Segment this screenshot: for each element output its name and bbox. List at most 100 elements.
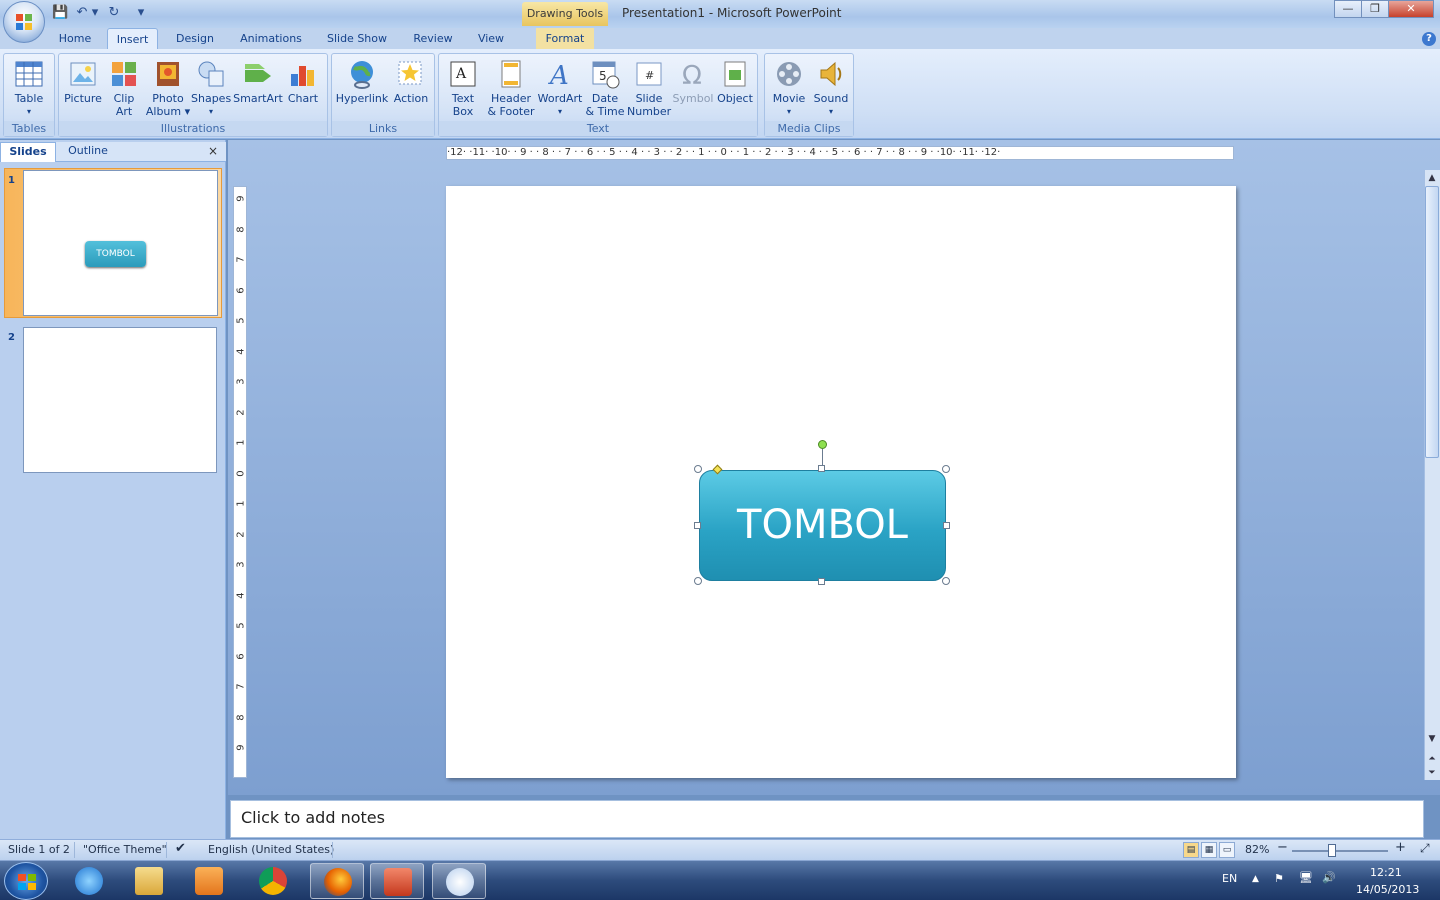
taskbar-chrome[interactable]: [246, 863, 300, 899]
group-tables: Table ▾ Tables: [3, 53, 55, 137]
table-button[interactable]: Table ▾: [6, 56, 52, 118]
clip-art-icon: [112, 62, 136, 86]
resize-handle-top[interactable]: [818, 465, 825, 472]
tab-outline[interactable]: Outline: [58, 142, 118, 162]
close-pane-icon[interactable]: ×: [206, 144, 220, 158]
object-button[interactable]: Object: [715, 56, 755, 118]
next-slide-icon[interactable]: ⏷: [1425, 766, 1439, 780]
tab-home[interactable]: Home: [52, 28, 98, 50]
clock-time[interactable]: 12:21: [1370, 866, 1402, 879]
zoom-level[interactable]: 82%: [1245, 843, 1269, 856]
normal-view-icon[interactable]: ▤: [1183, 842, 1199, 858]
tab-design[interactable]: Design: [168, 28, 222, 50]
language-status[interactable]: English (United States): [208, 843, 334, 856]
taskbar-paint[interactable]: [432, 863, 486, 899]
resize-handle-bottom-left[interactable]: [694, 577, 702, 585]
help-icon[interactable]: ?: [1422, 32, 1436, 46]
movie-button[interactable]: Movie ▾: [767, 56, 811, 118]
customize-qat-icon[interactable]: ▾: [136, 5, 146, 21]
resize-handle-bottom[interactable]: [818, 578, 825, 585]
chart-button[interactable]: Chart: [283, 56, 323, 118]
tab-format[interactable]: Format: [536, 28, 594, 50]
taskbar-explorer[interactable]: [122, 863, 176, 899]
zoom-slider-track[interactable]: [1292, 850, 1388, 852]
scroll-up-icon[interactable]: ▲: [1425, 171, 1439, 185]
group-label-text: Text: [439, 121, 757, 136]
start-button[interactable]: [4, 862, 48, 900]
slide-number-1: 1: [8, 175, 15, 186]
photo-album-icon: [157, 62, 179, 86]
tab-animations[interactable]: Animations: [232, 28, 310, 50]
clock-date[interactable]: 14/05/2013: [1356, 883, 1419, 896]
fit-to-window-icon[interactable]: ⤢: [1420, 841, 1430, 856]
resize-handle-left[interactable]: [694, 522, 701, 529]
tab-insert[interactable]: Insert: [107, 28, 158, 50]
close-button[interactable]: ✕: [1388, 0, 1434, 18]
scroll-down-icon[interactable]: ▼: [1425, 732, 1439, 746]
shapes-button[interactable]: Shapes ▾: [191, 56, 231, 118]
horizontal-ruler[interactable]: ·12· ·11· ·10· · 9 · · 8 · · 7 · · 6 · ·…: [446, 146, 1234, 160]
save-icon[interactable]: 💾: [52, 5, 68, 21]
taskbar-firefox[interactable]: [310, 863, 364, 899]
zoom-slider-thumb[interactable]: [1328, 844, 1336, 857]
taskbar-powerpoint[interactable]: [370, 863, 424, 899]
zoom-out-icon[interactable]: −: [1277, 840, 1288, 855]
slide-thumbnail-2[interactable]: [23, 327, 217, 473]
undo-icon[interactable]: ↶: [74, 5, 90, 21]
slide-sorter-view-icon[interactable]: ▦: [1201, 842, 1217, 858]
notes-placeholder: Click to add notes: [241, 808, 385, 827]
header-footer-button[interactable]: Header & Footer: [483, 56, 539, 118]
vertical-ruler[interactable]: 9 8 7 6 5 4 3 2 1 0 1 2 3 4 5 6 7 8 9: [233, 186, 247, 778]
spelling-check-icon[interactable]: ✔: [175, 841, 186, 856]
notes-pane[interactable]: Click to add notes: [230, 800, 1424, 838]
text-box-button[interactable]: A Text Box: [443, 56, 483, 118]
undo-dropdown-icon[interactable]: ▾: [90, 5, 100, 21]
status-separator: [332, 842, 333, 858]
resize-handle-top-right[interactable]: [942, 465, 950, 473]
slide-show-view-icon[interactable]: ▭: [1219, 842, 1235, 858]
action-button[interactable]: Action: [390, 56, 432, 118]
wordart-button[interactable]: A WordArt ▾: [537, 56, 583, 118]
resize-handle-top-left[interactable]: [694, 465, 702, 473]
shapes-icon: [198, 61, 224, 87]
vertical-ruler-tick: 5: [235, 317, 247, 324]
date-time-button[interactable]: 5 Date & Time: [583, 56, 627, 118]
taskbar-media-player[interactable]: [182, 863, 236, 899]
maximize-button[interactable]: ❐: [1361, 0, 1389, 18]
scrollbar-thumb[interactable]: [1425, 186, 1439, 458]
network-icon[interactable]: 🖥: [1299, 871, 1313, 884]
tombol-button-shape[interactable]: TOMBOL: [699, 470, 946, 581]
tab-slide-show[interactable]: Slide Show: [320, 28, 394, 50]
tab-view[interactable]: View: [470, 28, 512, 50]
svg-text:#: #: [645, 69, 654, 82]
previous-slide-icon[interactable]: ⏶: [1425, 752, 1439, 766]
resize-handle-bottom-right[interactable]: [942, 577, 950, 585]
action-center-flag-icon[interactable]: ⚑: [1274, 872, 1284, 885]
hyperlink-button[interactable]: Hyperlink: [334, 56, 390, 118]
show-hidden-icons-icon[interactable]: ▲: [1252, 874, 1259, 884]
vertical-ruler-tick: 2: [235, 408, 247, 416]
volume-icon[interactable]: 🔊: [1322, 871, 1336, 884]
date-time-icon: 5: [592, 61, 620, 89]
zoom-in-icon[interactable]: +: [1395, 840, 1406, 855]
smartart-button[interactable]: SmartArt: [233, 56, 283, 118]
input-language[interactable]: EN: [1222, 872, 1237, 885]
tab-review[interactable]: Review: [406, 28, 460, 50]
office-button[interactable]: [3, 1, 45, 43]
slide-counter: Slide 1 of 2: [8, 843, 70, 856]
vertical-ruler-tick: 8: [235, 225, 247, 233]
clip-art-button[interactable]: Clip Art: [105, 56, 143, 118]
minimize-button[interactable]: —: [1334, 0, 1362, 18]
slide-number-button[interactable]: # Slide Number: [627, 56, 671, 118]
status-separator: [166, 842, 167, 858]
rotation-handle[interactable]: [818, 440, 827, 449]
tab-slides[interactable]: Slides: [0, 142, 56, 162]
sound-button[interactable]: Sound ▾: [811, 56, 851, 118]
symbol-button[interactable]: Ω Symbol: [671, 56, 715, 118]
theme-name[interactable]: "Office Theme": [83, 843, 167, 856]
taskbar-internet-explorer[interactable]: [62, 863, 116, 899]
resize-handle-right[interactable]: [943, 522, 950, 529]
picture-button[interactable]: Picture: [61, 56, 105, 118]
photo-album-button[interactable]: Photo Album ▾: [145, 56, 191, 118]
redo-icon[interactable]: ↻: [106, 5, 122, 21]
